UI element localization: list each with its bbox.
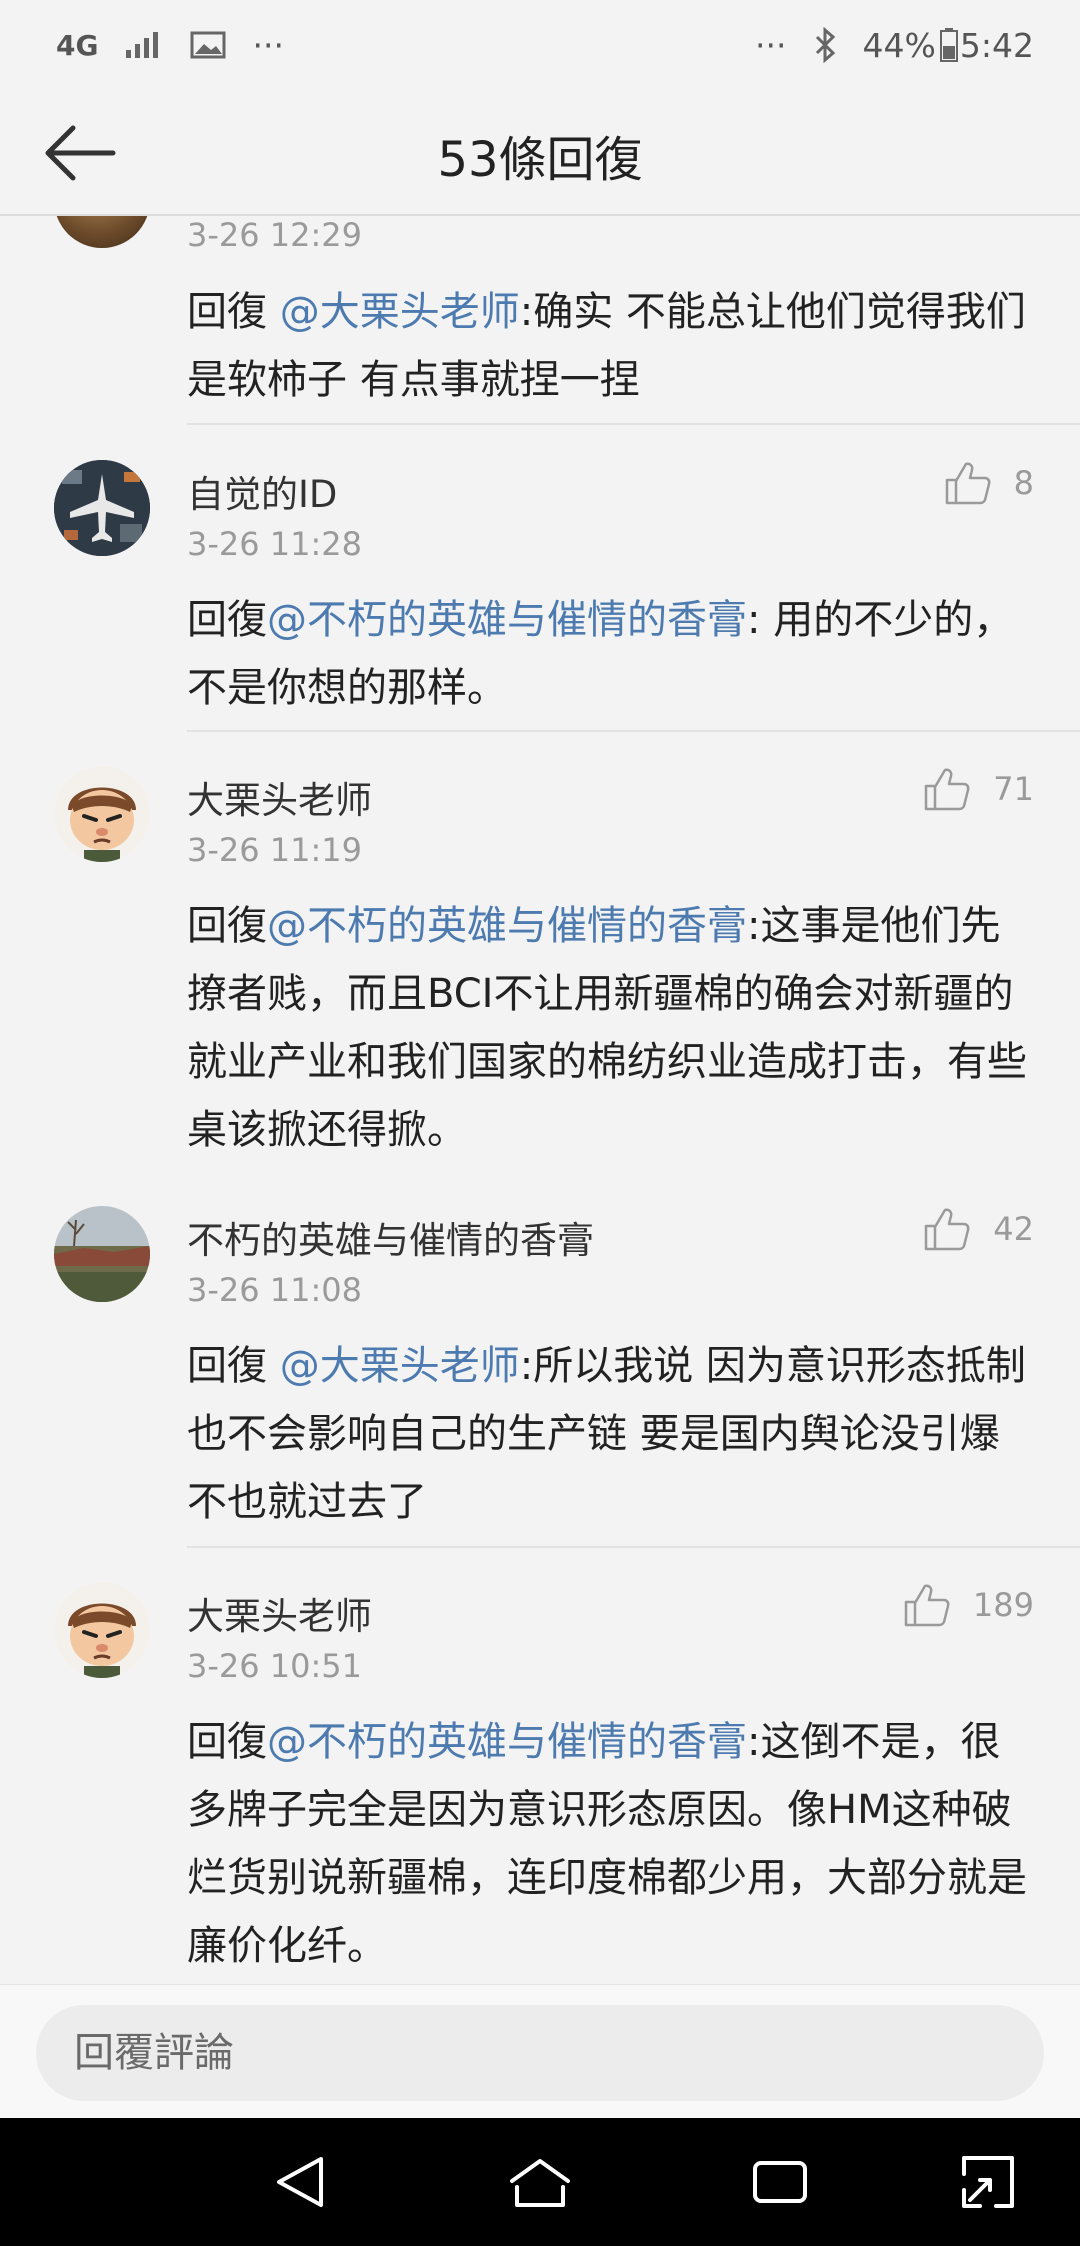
comment-time: 3-26 11:08: [187, 1271, 363, 1309]
airplane-avatar-image: [54, 460, 150, 556]
nav-home-button[interactable]: [508, 2152, 572, 2212]
recents-icon: [753, 2161, 807, 2203]
clock-time: 5:42: [959, 25, 1034, 65]
like-count: 71: [993, 770, 1034, 808]
nav-back-button[interactable]: [268, 2152, 332, 2212]
like-button[interactable]: 42: [923, 1206, 1034, 1252]
network-type-icon: 4G: [56, 28, 99, 62]
thumbs-up-icon: [904, 1584, 950, 1627]
more-status-text: ···: [755, 25, 787, 65]
comment-author[interactable]: 大栗头老师: [187, 1586, 372, 1640]
reply-prefix: 回復: [187, 597, 267, 643]
like-button[interactable]: 8: [944, 460, 1034, 506]
avatar[interactable]: [54, 766, 150, 862]
cartoon-face-avatar-image: [54, 1582, 150, 1678]
avatar[interactable]: [54, 1582, 150, 1678]
mention-link[interactable]: @不朽的英雄与催情的香膏: [267, 597, 747, 643]
divider: [187, 730, 1080, 732]
triangle-back-icon: [277, 2157, 323, 2207]
like-button[interactable]: 189: [903, 1582, 1034, 1628]
like-count: 189: [972, 1586, 1034, 1624]
bluetooth-icon: [813, 27, 837, 63]
mention-link[interactable]: @大栗头老师: [280, 1343, 520, 1389]
comment-body: 回復 @大栗头老师:所以我说 因为意识形态抵制 也不会影响自己的生产链 要是国内…: [187, 1332, 1037, 1536]
battery-icon: [939, 28, 958, 62]
signal-icon: [124, 30, 164, 60]
reply-list[interactable]: 3-26 12:29 回復 @大栗头老师:确实 不能总让他们觉得我们是软柿子 有…: [0, 216, 1080, 1984]
home-icon: [510, 2159, 570, 2207]
reply-prefix: 回復: [187, 289, 280, 335]
comment-author[interactable]: 不朽的英雄与催情的香膏: [187, 1210, 594, 1264]
comment-time: 3-26 10:51: [187, 1647, 363, 1685]
comment-author[interactable]: 大栗头老师: [187, 770, 372, 824]
reply-prefix: 回復: [187, 1343, 280, 1389]
thumbs-up-icon: [925, 768, 970, 811]
mention-link[interactable]: @不朽的英雄与催情的香膏: [267, 1719, 747, 1765]
comment-time: 3-26 11:19: [187, 831, 363, 869]
more-notifications-text: ···: [252, 25, 284, 65]
nav-expand-button[interactable]: [956, 2152, 1020, 2212]
reply-input[interactable]: [36, 2005, 1044, 2101]
comment-time: 3-26 11:28: [187, 525, 363, 563]
comment-body: 回復@不朽的英雄与催情的香膏:这事是他们先撩者贱，而且BCI不让用新疆棉的确会对…: [187, 892, 1037, 1164]
top-app-bar: 53條回復: [0, 90, 1080, 216]
comment-time: 3-26 12:29: [187, 216, 363, 254]
reply-prefix: 回復: [187, 903, 267, 949]
comment-body: 回復@不朽的英雄与催情的香膏:这倒不是，很多牌子完全是因为意识形态原因。像HM这…: [187, 1708, 1037, 1980]
image-notification-icon: [190, 30, 226, 60]
like-count: 42: [993, 1210, 1034, 1248]
reply-bar: [0, 1984, 1080, 2119]
system-navigation-bar: [0, 2118, 1080, 2246]
thumbs-up-icon: [925, 1208, 970, 1251]
comment-body: 回復 @大栗头老师:确实 不能总让他们觉得我们是软柿子 有点事就捏一捏: [187, 278, 1037, 414]
like-count: 8: [1013, 464, 1034, 502]
divider: [187, 423, 1080, 425]
avatar[interactable]: [54, 460, 150, 556]
thumbs-up-icon: [945, 462, 991, 505]
mention-link[interactable]: @不朽的英雄与催情的香膏: [267, 903, 747, 949]
avatar[interactable]: [54, 1206, 150, 1302]
expand-icon: [962, 2156, 1014, 2208]
avatar[interactable]: [54, 216, 150, 248]
page-title: 53條回復: [437, 132, 643, 188]
battery-percent: 44%: [862, 25, 936, 65]
comment-body: 回復@不朽的英雄与催情的香膏: 用的不少的，不是你想的那样。: [187, 586, 1037, 722]
nav-recents-button[interactable]: [748, 2152, 812, 2212]
landscape-avatar-image: [54, 1206, 150, 1302]
status-bar: 4G ··· ··· 44% 5:42: [0, 0, 1080, 90]
mention-link[interactable]: @大栗头老师: [280, 289, 520, 335]
divider: [187, 1546, 1080, 1548]
cartoon-face-avatar-image: [54, 766, 150, 862]
like-button[interactable]: 71: [923, 766, 1034, 812]
reply-prefix: 回復: [187, 1719, 267, 1765]
comment-author[interactable]: 自觉的ID: [187, 464, 337, 518]
